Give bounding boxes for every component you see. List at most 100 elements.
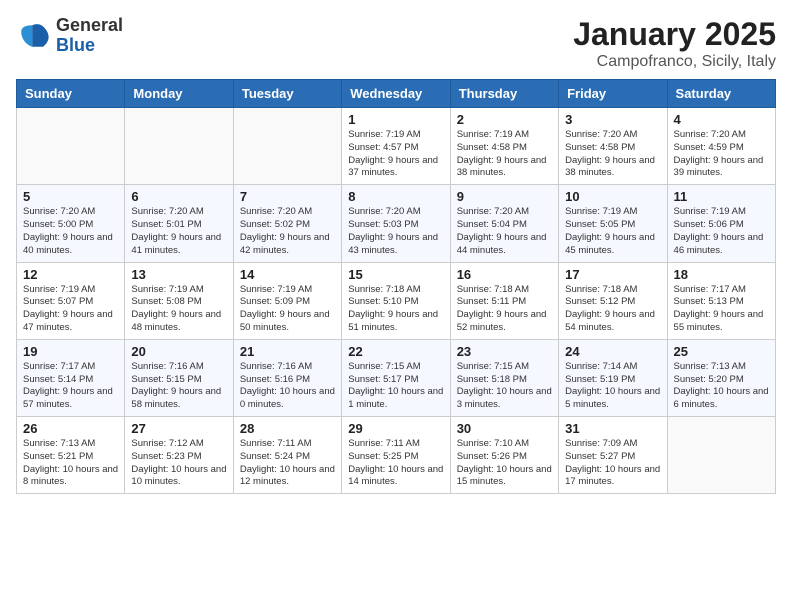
day-info: Sunrise: 7:13 AM Sunset: 5:21 PM Dayligh… (23, 438, 118, 489)
day-number: 8 (348, 189, 443, 204)
day-info: Sunrise: 7:14 AM Sunset: 5:19 PM Dayligh… (565, 361, 660, 412)
calendar-cell: 31Sunrise: 7:09 AM Sunset: 5:27 PM Dayli… (559, 417, 667, 494)
day-info: Sunrise: 7:20 AM Sunset: 4:58 PM Dayligh… (565, 129, 660, 180)
logo-blue: Blue (56, 36, 123, 56)
calendar-cell (667, 417, 775, 494)
calendar-cell: 19 Sunrise: 7:17 AM Sunset: 5:14 PM Dayli… (17, 339, 125, 416)
calendar-week-row: 26Sunrise: 7:13 AM Sunset: 5:21 PM Dayli… (17, 417, 776, 494)
weekday-header: Thursday (450, 80, 558, 108)
day-info: Sunrise: 7:20 AM Sunset: 5:03 PM Dayligh… (348, 206, 443, 257)
calendar-cell: 9 Sunrise: 7:20 AM Sunset: 5:04 PM Daylig… (450, 185, 558, 262)
day-number: 27 (131, 421, 226, 436)
day-number: 15 (348, 267, 443, 282)
day-info: Sunrise: 7:19 AM Sunset: 5:05 PM Dayligh… (565, 206, 660, 257)
day-number: 21 (240, 344, 335, 359)
day-number: 23 (457, 344, 552, 359)
calendar-body: 1Sunrise: 7:19 AM Sunset: 4:57 PM Daylig… (17, 108, 776, 494)
day-info: Sunrise: 7:10 AM Sunset: 5:26 PM Dayligh… (457, 438, 552, 489)
day-number: 9 (457, 189, 552, 204)
calendar-week-row: 5Sunrise: 7:20 AM Sunset: 5:00 PM Daylig… (17, 185, 776, 262)
calendar-cell: 24 Sunrise: 7:14 AM Sunset: 5:19 PM Dayli… (559, 339, 667, 416)
logo-text: General Blue (56, 16, 123, 56)
calendar-header: SundayMondayTuesdayWednesdayThursdayFrid… (17, 80, 776, 108)
calendar-cell: 14 Sunrise: 7:19 AM Sunset: 5:09 PM Dayli… (233, 262, 341, 339)
weekday-header: Wednesday (342, 80, 450, 108)
calendar-cell: 1Sunrise: 7:19 AM Sunset: 4:57 PM Daylig… (342, 108, 450, 185)
weekday-header: Tuesday (233, 80, 341, 108)
day-number: 28 (240, 421, 335, 436)
day-number: 14 (240, 267, 335, 282)
calendar-cell: 27 Sunrise: 7:12 AM Sunset: 5:23 PM Dayli… (125, 417, 233, 494)
weekday-header: Friday (559, 80, 667, 108)
calendar-cell: 30 Sunrise: 7:10 AM Sunset: 5:26 PM Dayli… (450, 417, 558, 494)
calendar-cell: 6 Sunrise: 7:20 AM Sunset: 5:01 PM Daylig… (125, 185, 233, 262)
calendar-week-row: 1Sunrise: 7:19 AM Sunset: 4:57 PM Daylig… (17, 108, 776, 185)
day-info: Sunrise: 7:19 AM Sunset: 5:09 PM Dayligh… (240, 284, 335, 335)
day-info: Sunrise: 7:17 AM Sunset: 5:14 PM Dayligh… (23, 361, 118, 412)
day-number: 29 (348, 421, 443, 436)
day-info: Sunrise: 7:20 AM Sunset: 4:59 PM Dayligh… (674, 129, 769, 180)
day-info: Sunrise: 7:16 AM Sunset: 5:16 PM Dayligh… (240, 361, 335, 412)
day-number: 31 (565, 421, 660, 436)
calendar-cell: 2Sunrise: 7:19 AM Sunset: 4:58 PM Daylig… (450, 108, 558, 185)
day-info: Sunrise: 7:17 AM Sunset: 5:13 PM Dayligh… (674, 284, 769, 335)
day-number: 30 (457, 421, 552, 436)
calendar-week-row: 19 Sunrise: 7:17 AM Sunset: 5:14 PM Dayli… (17, 339, 776, 416)
day-number: 10 (565, 189, 660, 204)
calendar-cell: 28Sunrise: 7:11 AM Sunset: 5:24 PM Dayli… (233, 417, 341, 494)
day-info: Sunrise: 7:18 AM Sunset: 5:12 PM Dayligh… (565, 284, 660, 335)
day-info: Sunrise: 7:19 AM Sunset: 4:57 PM Dayligh… (348, 129, 443, 180)
day-number: 7 (240, 189, 335, 204)
day-number: 19 (23, 344, 118, 359)
day-number: 18 (674, 267, 769, 282)
day-number: 17 (565, 267, 660, 282)
calendar-cell: 21 Sunrise: 7:16 AM Sunset: 5:16 PM Dayli… (233, 339, 341, 416)
weekday-row: SundayMondayTuesdayWednesdayThursdayFrid… (17, 80, 776, 108)
day-info: Sunrise: 7:20 AM Sunset: 5:00 PM Dayligh… (23, 206, 118, 257)
page-header: General Blue January 2025 Campofranco, S… (16, 16, 776, 71)
title-block: January 2025 Campofranco, Sicily, Italy (573, 16, 776, 71)
calendar-week-row: 12Sunrise: 7:19 AM Sunset: 5:07 PM Dayli… (17, 262, 776, 339)
day-info: Sunrise: 7:15 AM Sunset: 5:17 PM Dayligh… (348, 361, 443, 412)
calendar-cell: 16Sunrise: 7:18 AM Sunset: 5:11 PM Dayli… (450, 262, 558, 339)
day-number: 25 (674, 344, 769, 359)
weekday-header: Sunday (17, 80, 125, 108)
weekday-header: Saturday (667, 80, 775, 108)
calendar-cell: 22 Sunrise: 7:15 AM Sunset: 5:17 PM Dayli… (342, 339, 450, 416)
calendar-cell: 25Sunrise: 7:13 AM Sunset: 5:20 PM Dayli… (667, 339, 775, 416)
day-number: 16 (457, 267, 552, 282)
day-number: 4 (674, 112, 769, 127)
calendar-table: SundayMondayTuesdayWednesdayThursdayFrid… (16, 79, 776, 494)
calendar-cell: 4 Sunrise: 7:20 AM Sunset: 4:59 PM Daylig… (667, 108, 775, 185)
calendar-cell (17, 108, 125, 185)
calendar-cell: 17 Sunrise: 7:18 AM Sunset: 5:12 PM Dayli… (559, 262, 667, 339)
calendar-cell: 13Sunrise: 7:19 AM Sunset: 5:08 PM Dayli… (125, 262, 233, 339)
day-number: 24 (565, 344, 660, 359)
day-info: Sunrise: 7:19 AM Sunset: 4:58 PM Dayligh… (457, 129, 552, 180)
day-info: Sunrise: 7:18 AM Sunset: 5:10 PM Dayligh… (348, 284, 443, 335)
calendar-cell: 18 Sunrise: 7:17 AM Sunset: 5:13 PM Dayli… (667, 262, 775, 339)
day-number: 22 (348, 344, 443, 359)
day-info: Sunrise: 7:12 AM Sunset: 5:23 PM Dayligh… (131, 438, 226, 489)
logo: General Blue (16, 16, 123, 56)
day-info: Sunrise: 7:19 AM Sunset: 5:07 PM Dayligh… (23, 284, 118, 335)
weekday-header: Monday (125, 80, 233, 108)
calendar-cell: 29Sunrise: 7:11 AM Sunset: 5:25 PM Dayli… (342, 417, 450, 494)
day-number: 20 (131, 344, 226, 359)
day-info: Sunrise: 7:19 AM Sunset: 5:08 PM Dayligh… (131, 284, 226, 335)
logo-icon (16, 18, 52, 54)
calendar-cell: 12Sunrise: 7:19 AM Sunset: 5:07 PM Dayli… (17, 262, 125, 339)
calendar-cell: 23Sunrise: 7:15 AM Sunset: 5:18 PM Dayli… (450, 339, 558, 416)
day-info: Sunrise: 7:19 AM Sunset: 5:06 PM Dayligh… (674, 206, 769, 257)
day-info: Sunrise: 7:20 AM Sunset: 5:01 PM Dayligh… (131, 206, 226, 257)
calendar-cell: 8 Sunrise: 7:20 AM Sunset: 5:03 PM Daylig… (342, 185, 450, 262)
day-number: 6 (131, 189, 226, 204)
day-number: 11 (674, 189, 769, 204)
day-info: Sunrise: 7:20 AM Sunset: 5:04 PM Dayligh… (457, 206, 552, 257)
calendar-cell: 5Sunrise: 7:20 AM Sunset: 5:00 PM Daylig… (17, 185, 125, 262)
calendar-cell: 11 Sunrise: 7:19 AM Sunset: 5:06 PM Dayli… (667, 185, 775, 262)
day-info: Sunrise: 7:20 AM Sunset: 5:02 PM Dayligh… (240, 206, 335, 257)
calendar-cell: 15 Sunrise: 7:18 AM Sunset: 5:10 PM Dayli… (342, 262, 450, 339)
calendar-cell: 7 Sunrise: 7:20 AM Sunset: 5:02 PM Daylig… (233, 185, 341, 262)
day-number: 3 (565, 112, 660, 127)
